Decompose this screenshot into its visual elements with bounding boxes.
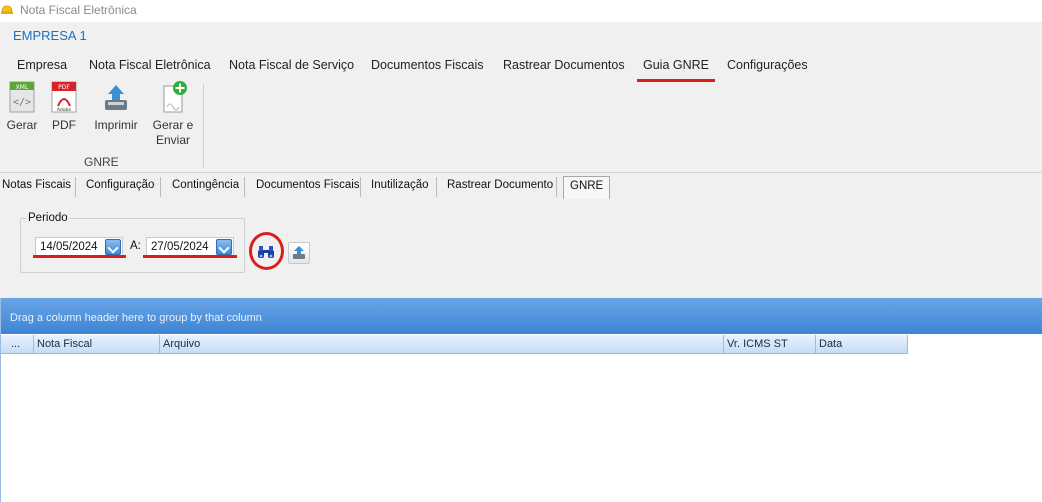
ribbon-tab-strip: Empresa Nota Fiscal Eletrônica Nota Fisc… [0,48,1042,82]
group-by-hint: Drag a column header here to group by th… [10,312,262,324]
ribbon-group-separator [203,84,204,168]
app-window: Nota Fiscal Eletrônica EMPRESA 1 Empresa… [0,0,1042,502]
tab-separator [436,177,437,197]
column-header-indicator[interactable]: ... [1,335,34,354]
ribbon-group-label: GNRE [84,155,119,169]
imprimir-button[interactable]: Imprimir [92,80,140,133]
add-document-icon [163,81,187,113]
ribbon-tab-nota-fiscal-eletronica[interactable]: Nota Fiscal Eletrônica [89,58,211,72]
end-date-highlight [143,255,237,258]
ribbon-tab-configuracoes[interactable]: Configurações [727,58,808,72]
tab-rastrear-documento[interactable]: Rastrear Documento [447,173,553,199]
window-title: Nota Fiscal Eletrônica [20,3,137,17]
ribbon-panel-gnre: XML </> Gerar PDF Adobe PDF Imprimir Ger… [0,80,1042,172]
tab-separator [360,177,361,197]
svg-text:</>: </> [13,97,31,108]
start-date-picker[interactable]: 14/05/2024 [35,237,123,257]
tab-notas-fiscais[interactable]: Notas Fiscais [2,173,71,199]
pdf-button[interactable]: PDF Adobe PDF [48,80,80,133]
gerar-e-enviar-label-line2: Enviar [155,133,190,147]
tab-gnre[interactable]: GNRE [563,176,611,199]
tab-documentos-fiscais[interactable]: Documentos Fiscais [256,173,360,199]
hardhat-icon [1,5,13,14]
svg-text:XML: XML [16,84,29,91]
column-header-vr-icms-st[interactable]: Vr. ICMS ST [724,335,816,354]
printer-icon [105,85,127,110]
search-button[interactable] [255,241,277,263]
print-gnre-button[interactable] [288,242,310,264]
ribbon-tab-guia-gnre[interactable]: Guia GNRE [637,58,715,82]
pdf-file-icon: PDF Adobe [51,81,77,113]
tab-separator [244,177,245,197]
tab-separator [160,177,161,197]
svg-text:PDF: PDF [58,84,70,91]
end-date-value: 27/05/2024 [151,241,209,253]
period-legend: Periodo [26,212,70,224]
end-date-picker[interactable]: 27/05/2024 [146,237,234,257]
gerar-button[interactable]: XML </> Gerar [6,80,38,133]
gerar-e-enviar-button[interactable]: Gerar e Enviar [152,80,194,148]
document-tab-strip: Notas Fiscais Configuração Contingência … [0,172,1042,199]
gnre-grid: Drag a column header here to group by th… [0,298,1042,502]
title-bar: Nota Fiscal Eletrônica [0,0,1042,22]
pdf-label: PDF [52,118,76,132]
grid-header: ... Nota Fiscal Arquivo Vr. ICMS ST Data [1,335,908,354]
ribbon-tab-rastrear-documentos[interactable]: Rastrear Documentos [503,58,625,72]
tab-contingencia[interactable]: Contingência [172,173,239,199]
binoculars-icon [258,246,274,258]
ribbon-tab-nota-fiscal-servico[interactable]: Nota Fiscal de Serviço [229,58,354,72]
chevron-down-icon[interactable] [105,239,121,255]
start-date-value: 14/05/2024 [40,241,98,253]
gerar-e-enviar-label-line1: Gerar e [152,118,194,132]
company-name[interactable]: EMPRESA 1 [13,28,87,43]
column-header-data[interactable]: Data [816,335,908,354]
svg-text:Adobe: Adobe [57,107,71,113]
tab-inutilizacao[interactable]: Inutilização [371,173,429,199]
column-header-nota-fiscal[interactable]: Nota Fiscal [34,335,160,354]
tab-separator [556,177,557,197]
group-by-panel[interactable]: Drag a column header here to group by th… [1,298,1042,334]
imprimir-label: Imprimir [94,118,138,132]
xml-file-icon: XML </> [9,81,35,113]
date-range-separator: A: [130,240,141,252]
chevron-down-icon[interactable] [216,239,232,255]
ribbon-tab-empresa[interactable]: Empresa [17,58,67,72]
column-header-arquivo[interactable]: Arquivo [160,335,724,354]
ribbon-tab-documentos-fiscais[interactable]: Documentos Fiscais [371,58,484,72]
tab-configuracao[interactable]: Configuração [86,173,154,199]
printer-icon [293,246,305,259]
start-date-highlight [33,255,126,258]
company-header: EMPRESA 1 [0,22,1042,48]
gerar-label: Gerar [6,118,38,132]
tab-separator [75,177,76,197]
